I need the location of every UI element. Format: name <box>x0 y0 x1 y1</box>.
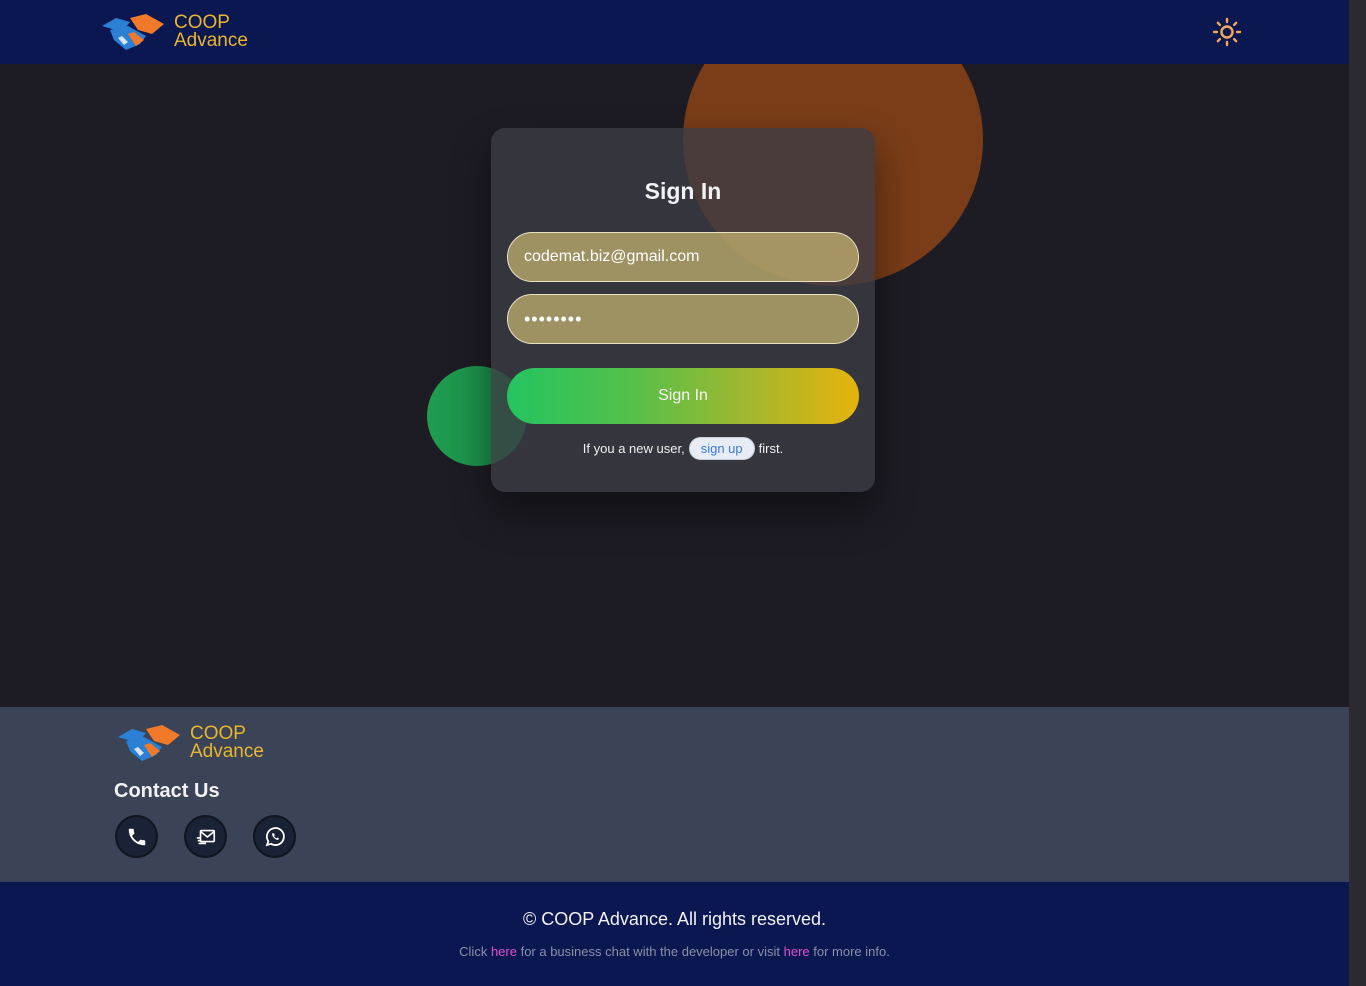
contact-title: Contact Us <box>114 780 220 802</box>
password-field[interactable] <box>507 294 859 344</box>
scrollbar-track[interactable] <box>1349 0 1366 986</box>
email-field[interactable] <box>507 232 859 282</box>
signin-button[interactable]: Sign In <box>507 368 859 424</box>
signin-title: Sign In <box>644 178 722 204</box>
contact-icons <box>115 815 296 858</box>
info-line: Click here for a business chat with the … <box>0 944 1349 959</box>
mail-icon <box>196 829 215 844</box>
footer-brand-logo[interactable]: COOP Advance <box>116 721 264 765</box>
main-content: Sign In Sign In If you a new user, sign … <box>0 64 1349 707</box>
phone-icon <box>128 828 145 845</box>
sun-icon <box>1212 17 1242 47</box>
handshake-icon <box>118 725 180 761</box>
chat-link[interactable]: here <box>491 944 517 959</box>
email-button[interactable] <box>184 815 227 858</box>
phone-button[interactable] <box>115 815 158 858</box>
signup-prompt: If you a new user, sign up first. <box>491 437 875 460</box>
info-text-2: for a business chat with the developer o… <box>516 944 784 959</box>
theme-toggle-button[interactable] <box>1209 14 1245 50</box>
whatsapp-icon <box>265 826 285 846</box>
whatsapp-button[interactable] <box>253 815 296 858</box>
signup-prompt-prefix: If you a new user, <box>582 441 685 456</box>
footer-contact: COOP Advance Contact Us <box>0 707 1349 882</box>
brand-logo[interactable]: COOP Advance <box>100 10 248 54</box>
brand-line2: Advance <box>174 30 248 51</box>
top-navbar: COOP Advance <box>0 0 1349 64</box>
info-text-3: for more info. <box>809 944 890 959</box>
info-text-1: Click <box>459 944 491 959</box>
more-info-link[interactable]: here <box>784 944 810 959</box>
handshake-icon <box>102 14 164 50</box>
copyright-text: © COOP Advance. All rights reserved. <box>522 909 827 929</box>
signup-link[interactable]: sign up <box>688 437 755 460</box>
footer-brand-line2: Advance <box>190 741 264 762</box>
copyright-bar: © COOP Advance. All rights reserved. Cli… <box>0 882 1349 986</box>
signin-card: Sign In Sign In If you a new user, sign … <box>491 128 875 492</box>
signup-prompt-suffix: first. <box>758 441 784 456</box>
